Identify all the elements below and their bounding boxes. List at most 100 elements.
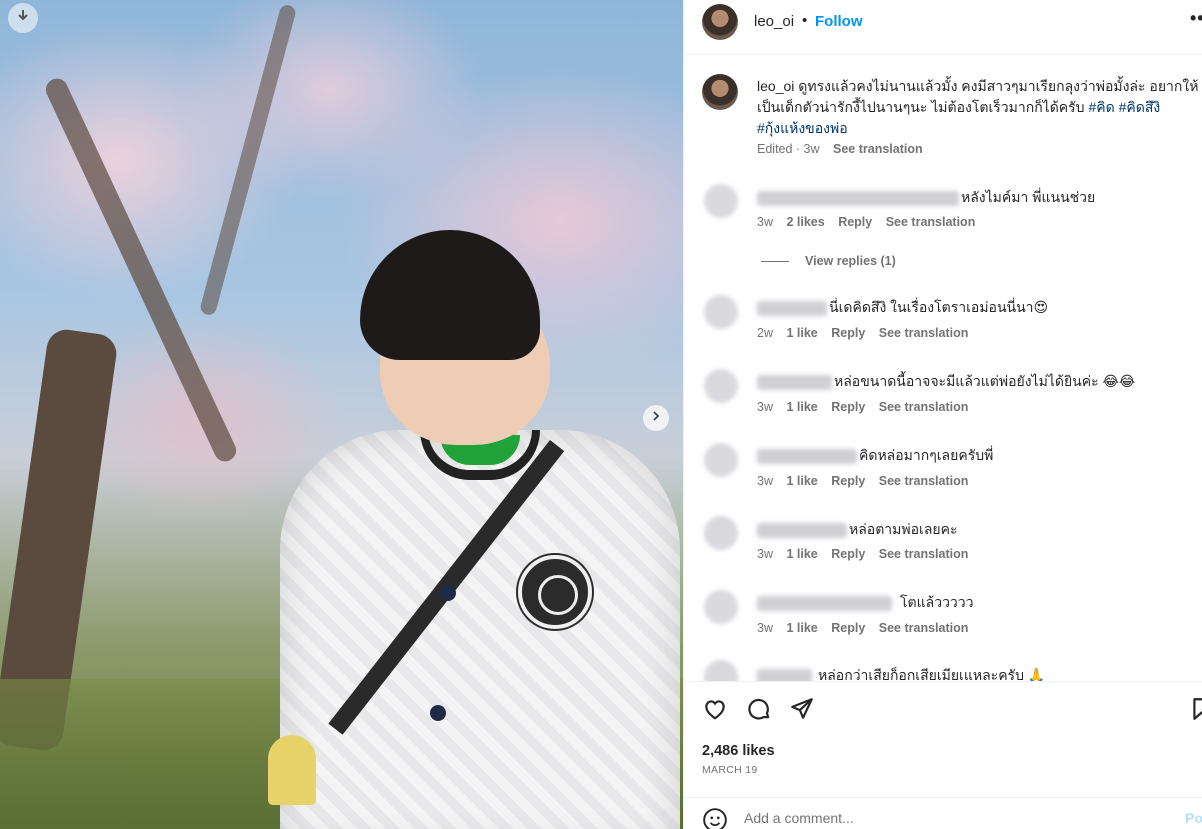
comments-section[interactable]: leo_oi ดูทรงแล้วคงไม่นานแล้วมั้ง คงมีสาว… <box>684 56 1202 681</box>
likes-count[interactable]: 2,486 likes <box>702 743 775 759</box>
see-translation-link[interactable]: See translation <box>886 215 976 229</box>
hashtag[interactable]: #คิด <box>1088 99 1114 115</box>
commenter-username[interactable] <box>757 595 892 611</box>
caption-meta: Edited · 3w See translation <box>757 142 923 156</box>
download-icon <box>15 8 31 29</box>
comment-likes[interactable]: 1 like <box>786 621 817 635</box>
comment: นี่เดคิดสึงิ ในเรื่องโตราเอม่อนนี่นา😍 <box>757 297 1048 319</box>
jacket-badge <box>518 555 592 629</box>
jacket-button <box>430 705 446 721</box>
commenter-username[interactable] <box>757 448 857 464</box>
reply-button[interactable]: Reply <box>831 547 865 561</box>
more-options-icon[interactable]: ••• <box>1190 8 1202 29</box>
share-button[interactable] <box>788 697 816 725</box>
commenter-avatar[interactable] <box>704 443 738 477</box>
post-comment-button[interactable]: Post <box>1185 810 1202 826</box>
comment-meta: 2w 1 like Reply See translation <box>757 326 968 340</box>
reply-button[interactable]: Reply <box>831 474 865 488</box>
caption: leo_oi ดูทรงแล้วคงไม่นานแล้วมั้ง คงมีสาว… <box>757 76 1202 139</box>
comment: หล่อตามพ่อเลยคะ <box>757 519 958 541</box>
commenter-avatar[interactable] <box>704 295 738 329</box>
comment-meta: 3w 1 like Reply See translation <box>757 474 968 488</box>
comment-button[interactable] <box>745 697 773 725</box>
commenter-username[interactable] <box>757 668 812 681</box>
commenter-avatar[interactable] <box>704 660 738 681</box>
commenter-avatar[interactable] <box>704 369 738 403</box>
bookmark-icon <box>1189 697 1202 725</box>
comment-likes[interactable]: 2 likes <box>786 215 824 229</box>
reply-button[interactable]: Reply <box>838 215 872 229</box>
commenter-avatar[interactable] <box>704 590 738 624</box>
see-translation-link[interactable]: See translation <box>833 142 923 156</box>
comment-likes[interactable]: 1 like <box>786 400 817 414</box>
comment-time: 3w <box>757 547 773 561</box>
comment-meta: 3w 1 like Reply See translation <box>757 547 968 561</box>
post-photo[interactable] <box>0 0 683 829</box>
download-button[interactable] <box>8 3 38 33</box>
comment-meta: 3w 1 like Reply See translation <box>757 621 968 635</box>
see-translation-link[interactable]: See translation <box>879 400 969 414</box>
next-photo-button[interactable] <box>643 405 669 431</box>
reply-button[interactable]: Reply <box>831 621 865 635</box>
ice-cream-cone <box>268 735 316 805</box>
save-button[interactable] <box>1189 697 1202 725</box>
comment: หล่อกว่าเสียก็อกเสียเมียเแหละครับ 🙏 <box>757 665 1045 681</box>
hair <box>360 230 540 360</box>
see-translation-link[interactable]: See translation <box>879 326 969 340</box>
hashtag[interactable]: #กุ้งแห้งของพ่อ <box>757 120 848 136</box>
post-actions: 2,486 likes MARCH 19 Post <box>684 681 1202 829</box>
share-icon <box>789 696 815 727</box>
comment-meta: 3w 2 likes Reply See translation <box>757 215 975 229</box>
reply-button[interactable]: Reply <box>831 326 865 340</box>
see-translation-link[interactable]: See translation <box>879 547 969 561</box>
like-button[interactable] <box>701 697 729 725</box>
comment: หล่อขนาดนี้อาจจะมีแล้วแต่พ่อยังไม่ได้ยิน… <box>757 371 1135 393</box>
comment-text: คิดหล่อมากๆเลยครับพี่ <box>859 447 994 463</box>
jacket-button <box>440 585 456 601</box>
reply-button[interactable]: Reply <box>831 400 865 414</box>
commenter-username[interactable] <box>757 522 847 538</box>
follow-button[interactable]: Follow <box>815 13 863 30</box>
commenter-username[interactable] <box>757 300 827 316</box>
comment: คิดหล่อมากๆเลยครับพี่ <box>757 445 993 467</box>
comment-time: 3w <box>757 621 773 635</box>
post-header: leo_oi • Follow ••• <box>684 0 1202 55</box>
commenter-avatar[interactable] <box>704 184 738 218</box>
commenter-username[interactable] <box>757 190 959 206</box>
caption-username[interactable]: leo_oi <box>757 78 794 94</box>
comment-text: โตแล้ววววว <box>900 594 974 610</box>
comment-likes[interactable]: 1 like <box>786 474 817 488</box>
commenter-avatar[interactable] <box>704 516 738 550</box>
comment-likes[interactable]: 1 like <box>786 547 817 561</box>
emoji-icon[interactable] <box>702 807 728 829</box>
next-arrow-icon <box>650 409 662 427</box>
see-translation-link[interactable]: See translation <box>879 474 969 488</box>
see-translation-link[interactable]: See translation <box>879 621 969 635</box>
comment-text: หลังไมค์มา พี่แนนช่วย <box>961 189 1096 205</box>
view-replies-button[interactable]: View replies (1) <box>761 254 896 268</box>
comment-time: 3w <box>757 474 773 488</box>
commenter-username[interactable] <box>757 374 832 390</box>
comment: โตแล้ววววว <box>757 592 974 614</box>
add-comment-input[interactable] <box>744 810 1144 826</box>
author-avatar[interactable] <box>702 4 738 40</box>
caption-edited: Edited · 3w <box>757 142 820 156</box>
caption-avatar[interactable] <box>702 74 738 110</box>
comment-time: 3w <box>757 400 773 414</box>
replies-line <box>761 260 789 262</box>
comment-meta: 3w 1 like Reply See translation <box>757 400 968 414</box>
author-username[interactable]: leo_oi <box>754 13 794 30</box>
comment-text: นี่เดคิดสึงิ ในเรื่องโตราเอม่อนนี่นา😍 <box>829 299 1049 315</box>
comment: หลังไมค์มา พี่แนนช่วย <box>757 187 1095 209</box>
comment-time: 2w <box>757 326 773 340</box>
separator-dot: • <box>802 12 808 29</box>
jacket <box>280 430 680 829</box>
view-replies-label: View replies (1) <box>805 254 896 268</box>
heart-icon <box>702 696 728 727</box>
post-details-panel: leo_oi • Follow ••• leo_oi ดูทรงแล้วคงไม… <box>683 0 1202 829</box>
hashtag[interactable]: #คิดสึงิ <box>1119 99 1161 115</box>
comment-time: 3w <box>757 215 773 229</box>
person <box>260 230 683 829</box>
comment-text: หล่อตามพ่อเลยคะ <box>849 521 958 537</box>
comment-likes[interactable]: 1 like <box>786 326 817 340</box>
